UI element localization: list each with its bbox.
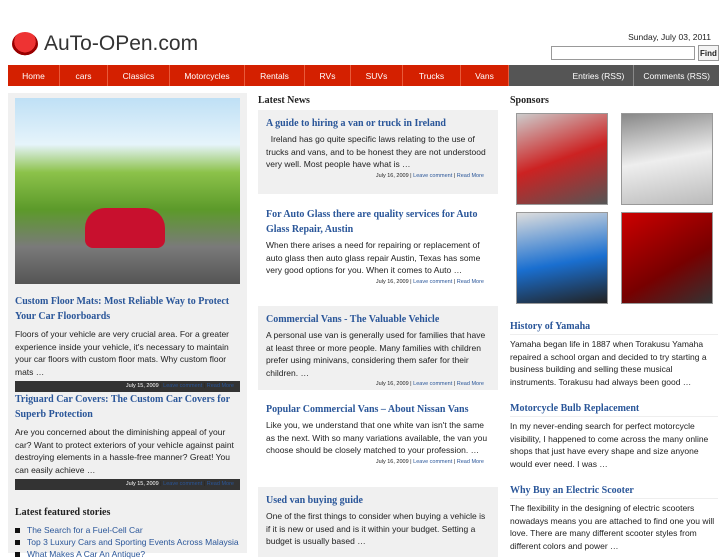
nav-rvs[interactable]: RVs	[305, 65, 351, 86]
find-button[interactable]: Find	[698, 45, 719, 61]
nav-entries-rss[interactable]: Entries (RSS)	[563, 65, 635, 86]
sponsor-image[interactable]	[621, 212, 713, 304]
post-title[interactable]: For Auto Glass there are quality service…	[266, 207, 490, 237]
read-more-link[interactable]: Read More	[457, 381, 484, 387]
leave-comment-link[interactable]: Leave comment	[163, 383, 202, 389]
main-nav: Home cars Classics Motorcycles Rentals R…	[8, 65, 719, 86]
post-title[interactable]: Motorcycle Bulb Replacement	[510, 401, 718, 417]
read-more-link[interactable]: Read More	[207, 481, 234, 487]
list-item: Top 3 Luxury Cars and Sporting Events Ac…	[15, 536, 240, 548]
news-post: Popular Commercial Vans – About Nissan V…	[258, 396, 498, 474]
sponsor-image[interactable]	[621, 113, 713, 205]
nav-trucks[interactable]: Trucks	[403, 65, 461, 86]
nav-suvs[interactable]: SUVs	[351, 65, 403, 86]
featured-heading: Latest featured stories	[15, 507, 111, 518]
sponsors-heading: Sponsors	[510, 95, 549, 106]
post-excerpt: Are you concerned about the diminishing …	[15, 427, 234, 475]
post-excerpt: Like you, we understand that one white v…	[266, 420, 488, 455]
bullet-icon	[15, 539, 20, 545]
nav-classics[interactable]: Classics	[108, 65, 170, 86]
site-title: AuTo-OPen.com	[44, 32, 199, 55]
left-post: Custom Floor Mats: Most Reliable Way to …	[15, 294, 240, 560]
post-excerpt: When there arises a need for repairing o…	[266, 240, 481, 275]
post-meta: July 15, 2009 | Leave comment | Read Mor…	[15, 381, 240, 392]
featured-link[interactable]: Top 3 Luxury Cars and Sporting Events Ac…	[27, 536, 239, 548]
leave-comment-link[interactable]: Leave comment	[413, 459, 452, 465]
current-date: Sunday, July 03, 2011	[628, 32, 711, 42]
sponsor-image[interactable]	[516, 212, 608, 304]
post-excerpt: One of the first things to consider when…	[266, 511, 486, 546]
read-more-link[interactable]: Read More	[207, 383, 234, 389]
nav-comments-rss[interactable]: Comments (RSS)	[634, 65, 719, 86]
nav-home[interactable]: Home	[8, 65, 60, 86]
site-logo[interactable]: AuTo-OPen.com	[12, 32, 198, 56]
nav-rentals[interactable]: Rentals	[245, 65, 305, 86]
post-title[interactable]: History of Yamaha	[510, 319, 718, 335]
search-input[interactable]	[551, 46, 695, 60]
post-meta: July 16, 2009 | Leave comment | Read Mor…	[375, 458, 484, 465]
leave-comment-link[interactable]: Leave comment	[413, 279, 452, 285]
leave-comment-link[interactable]: Leave comment	[413, 173, 452, 179]
post-title[interactable]: Used van buying guide	[266, 493, 490, 508]
post-excerpt: Floors of your vehicle are very crucial …	[15, 329, 230, 377]
leave-comment-link[interactable]: Leave comment	[163, 481, 202, 487]
featured-link[interactable]: What Makes A Car An Antique?	[27, 548, 145, 560]
post-meta: July 16, 2009 | Leave comment | Read Mor…	[375, 278, 484, 285]
red-car-image	[85, 208, 165, 248]
nav-motorcycles[interactable]: Motorcycles	[170, 65, 245, 86]
post-title[interactable]: A guide to hiring a van or truck in Irel…	[266, 116, 490, 131]
post-meta: July 15, 2009 | Leave comment | Read Mor…	[15, 479, 240, 490]
nav-cars[interactable]: cars	[60, 65, 108, 86]
news-post: A guide to hiring a van or truck in Irel…	[258, 110, 498, 194]
right-posts: History of Yamaha Yamaha began life in 18…	[510, 319, 718, 552]
read-more-link[interactable]: Read More	[457, 173, 484, 179]
featured-link[interactable]: The Search for a Fuel-Cell Car	[27, 524, 143, 536]
post-excerpt: Yamaha began life in 1887 when Torakusu …	[510, 339, 707, 387]
post-title[interactable]: Popular Commercial Vans – About Nissan V…	[266, 402, 490, 417]
sponsor-image[interactable]	[516, 113, 608, 205]
read-more-link[interactable]: Read More	[457, 279, 484, 285]
post-meta: July 16, 2009 | Leave comment | Read Mor…	[375, 381, 484, 387]
post-excerpt: Ireland has go quite specific laws relat…	[266, 134, 489, 169]
post-excerpt: A personal use van is generally used for…	[266, 330, 486, 378]
news-post: For Auto Glass there are quality service…	[258, 201, 498, 294]
post-title[interactable]: Why Buy an Electric Scooter	[510, 483, 718, 499]
bullet-icon	[15, 551, 20, 557]
featured-list: The Search for a Fuel-Cell Car Top 3 Lux…	[15, 524, 240, 560]
read-more-link[interactable]: Read More	[457, 459, 484, 465]
list-item: The Search for a Fuel-Cell Car	[15, 524, 240, 536]
post-title[interactable]: Custom Floor Mats: Most Reliable Way to …	[15, 294, 240, 324]
post-meta: July 16, 2009 | Leave comment | Read Mor…	[375, 172, 484, 179]
car-logo-icon	[12, 32, 38, 56]
leave-comment-link[interactable]: Leave comment	[413, 381, 452, 387]
news-post: Used van buying guide One of the first th…	[258, 487, 498, 557]
news-post: Commercial Vans - The Valuable Vehicle A …	[258, 306, 498, 390]
post-title[interactable]: Triguard Car Covers: The Custom Car Cove…	[15, 392, 240, 422]
post-excerpt: In my never-ending search for perfect mo…	[510, 421, 709, 469]
bullet-icon	[15, 527, 20, 533]
featured-image[interactable]	[15, 98, 240, 284]
latest-news-heading: Latest News	[258, 95, 310, 106]
list-item: What Makes A Car An Antique?	[15, 548, 240, 560]
post-title[interactable]: Commercial Vans - The Valuable Vehicle	[266, 312, 490, 327]
nav-vans[interactable]: Vans	[461, 65, 509, 86]
